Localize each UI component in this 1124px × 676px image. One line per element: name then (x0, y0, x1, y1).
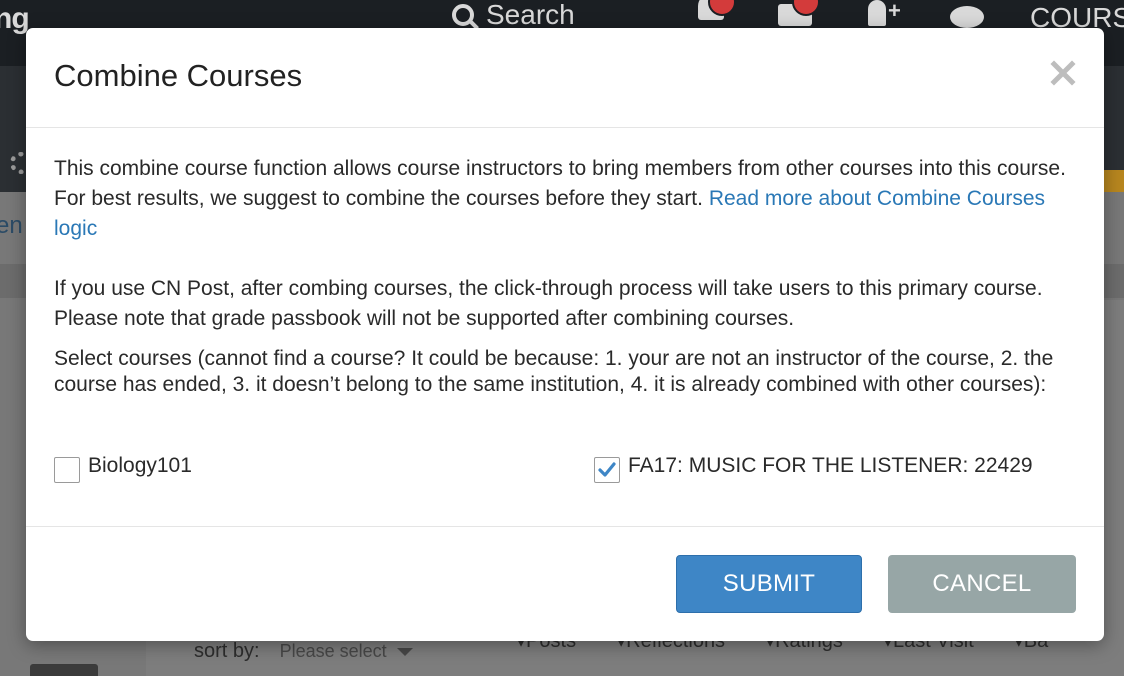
add-user-button[interactable]: + (866, 0, 901, 26)
dialog-header: Combine Courses (26, 28, 1104, 128)
notifications-button[interactable] (694, 0, 736, 26)
dialog-footer: SUBMIT CANCEL (26, 526, 1104, 641)
search-button[interactable]: Search (452, 0, 575, 30)
dialog-body: This combine course function allows cour… (54, 154, 1084, 398)
checkbox-checked[interactable] (594, 457, 620, 483)
add-user-icon (868, 0, 886, 26)
course-option-biology101[interactable]: Biology101 (54, 454, 192, 483)
chat-button[interactable] (950, 0, 984, 28)
submit-button[interactable]: SUBMIT (676, 555, 862, 613)
chevron-down-icon (396, 647, 413, 656)
cn-post-note: If you use CN Post, after combing course… (54, 277, 1043, 330)
sort-label: sort by: (194, 640, 260, 662)
search-label: Search (486, 0, 575, 30)
course-option-fa17-music[interactable]: FA17: MUSIC FOR THE LISTENER: 22429 (594, 454, 1033, 483)
side-text-fragment: en (0, 212, 23, 239)
close-icon (1050, 60, 1076, 86)
sort-control: sort by: Please select (194, 640, 413, 663)
sort-placeholder: Please select (279, 641, 387, 661)
plus-icon: + (888, 0, 901, 23)
select-instructions: Select courses (cannot find a course? It… (54, 347, 1054, 396)
brand-logo: ng (0, 2, 30, 35)
sort-select[interactable]: Please select (280, 641, 413, 662)
course-label: Biology101 (88, 454, 192, 477)
dialog-title: Combine Courses (54, 58, 303, 93)
intro-paragraph: This combine course function allows cour… (54, 154, 1084, 244)
checkmark-icon (598, 462, 616, 477)
course-checkbox-list: Biology101 FA17: MUSIC FOR THE LISTENER:… (54, 454, 1084, 494)
background-tab (30, 664, 98, 676)
close-button[interactable] (1044, 54, 1082, 92)
chat-icon (950, 6, 984, 28)
combine-courses-dialog: Combine Courses This combine course func… (26, 28, 1104, 641)
messages-button[interactable] (778, 0, 820, 26)
course-label: FA17: MUSIC FOR THE LISTENER: 22429 (628, 454, 1033, 477)
checkbox-unchecked[interactable] (54, 457, 80, 483)
cancel-button[interactable]: CANCEL (888, 555, 1076, 613)
search-icon (452, 4, 474, 26)
